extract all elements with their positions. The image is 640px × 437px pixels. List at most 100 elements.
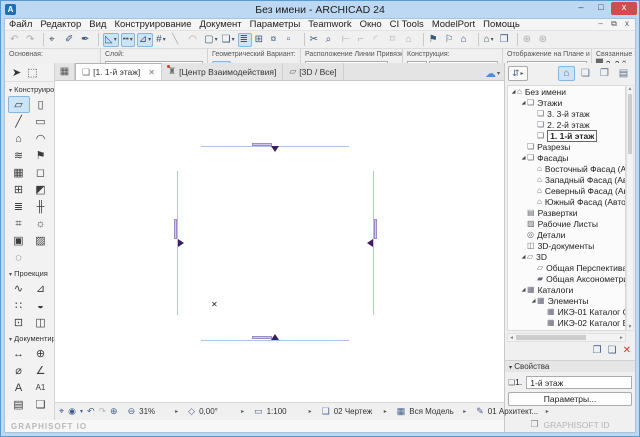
tree-item[interactable]: ◢ ▦ Каталоги [508,284,625,295]
pen-set-icon[interactable]: ✎ [476,406,484,417]
tab-interaction-center[interactable]: ♜ [Центр Взаимодействия] [162,63,284,80]
selection-store-icon[interactable]: ▫ [286,33,300,47]
tab-floor-plan[interactable]: ❏ [1. 1-й этаж] ✕ [75,63,162,80]
minimize-button[interactable]: – [571,2,591,15]
split-icon[interactable]: ✂ [309,33,323,47]
tree-item[interactable]: ◢ ⌂ Без имени [508,86,625,97]
menu-9[interactable]: CI Tools [386,19,428,30]
toolbox-section-2[interactable]: ▾ Проекция [5,266,54,280]
radial-dimension-tool[interactable]: ⌀ [8,362,30,379]
tree-item[interactable]: ▱ Общая Перспектива [508,262,625,273]
addons-icon[interactable]: ⊛ [538,33,552,47]
shell-tool[interactable]: ◠ [30,130,52,147]
undo-icon[interactable]: ↶ [9,33,23,47]
home-story-icon[interactable]: ⌂ [460,33,474,47]
statusbar-value[interactable]: 0,00° [199,407,239,416]
trim-icon[interactable]: ⊢ [341,33,355,47]
menu-3[interactable]: Вид [85,19,110,30]
menu-10[interactable]: ModelPort [428,19,479,30]
label-tool[interactable]: A1 [30,379,52,396]
statusbar-value[interactable]: 02 Чертеж [334,407,382,416]
mesh-tool[interactable]: ≋ [8,147,30,164]
camera-tool[interactable]: ◫ [30,314,52,331]
dropdown-arrow-icon[interactable]: ▸ [241,408,244,415]
tree-item[interactable]: ⌂Восточный Фасад (Автоматич [508,163,625,174]
tree-item[interactable]: ◎ Детали [508,229,625,240]
tree-horizontal-scrollbar[interactable]: ◄ ► [507,333,626,342]
elevation-line-south[interactable] [201,340,349,341]
equipment-tool[interactable]: ▣ [8,232,30,249]
dropdown-arrow-icon[interactable]: ▸ [546,408,549,415]
tree-item[interactable]: ◢ ❏ Этажи [508,97,625,108]
tree-item[interactable]: ▤ Развертки [508,207,625,218]
tree-vertical-scrollbar[interactable]: ▲ ▼ [626,85,634,331]
tree-item[interactable]: ◢ ❏ Фасады [508,152,625,163]
increase-zoom-icon[interactable]: ⊕ [110,406,118,417]
menu-5[interactable]: Документ [195,19,245,30]
project-map-button[interactable]: ⌂ [558,66,575,81]
dropdown-arrow-icon[interactable]: ▸ [463,408,466,415]
element-snap-icon[interactable]: ⊿ ▾ [136,32,154,47]
door-tool[interactable]: ◻ [30,164,52,181]
layout-book-button[interactable]: ❐ [596,66,613,81]
drawing-tool[interactable]: ❏ [30,396,52,413]
stair-tool[interactable]: ≣ [8,198,30,215]
tree-item[interactable]: ❏ 1. 1-й этаж [508,129,625,142]
delete-icon[interactable]: ✕ [623,345,631,356]
eyedropper-icon[interactable]: ✐ [64,33,78,47]
dropdown-arrow-icon[interactable]: ▸ [309,408,312,415]
statusbar-value[interactable]: 31% [139,407,173,416]
level-dimension-tool[interactable]: ⊕ [30,345,52,362]
tree-item[interactable]: ◢ ▱ 3D [508,251,625,262]
guide-lines-icon[interactable]: ◺ ▾ [103,32,119,47]
user-origin-icon[interactable]: ⌖ [59,406,64,417]
section-tool[interactable]: ∿ [8,280,30,297]
wall-tool[interactable]: ▱ [7,96,30,113]
story-name-field[interactable]: 1-й этаж [526,375,632,389]
orientation-icon[interactable]: ◇ [188,406,195,417]
structure-display-icon[interactable]: ▦ [397,406,406,417]
dropdown-arrow-icon[interactable]: ▸ [175,408,178,415]
view-map-button[interactable]: ❏ [577,66,594,81]
tree-item[interactable]: ⌂Северный Фасад (Автоматиче [508,185,625,196]
tree-item[interactable]: ▨ Рабочие Листы [508,218,625,229]
flag-outline-icon[interactable]: ⚐ [444,33,458,47]
statusbar-value[interactable]: 01 Архитект... [488,407,544,416]
statusbar-value[interactable]: Вся Модель [409,407,461,416]
menu-2[interactable]: Редактор [36,19,85,30]
extras-icon[interactable]: ⊕ [522,33,536,47]
opening-tool[interactable]: ◌ [8,249,30,266]
dimension-tool[interactable]: ↔ [8,345,30,362]
drawing-canvas[interactable]: ✕ [55,81,504,402]
intersect-icon[interactable]: ⌐ [357,33,371,47]
menu-8[interactable]: Окно [356,19,386,30]
previous-zoom-icon[interactable]: ↶ [87,406,95,417]
object-tool[interactable]: ⌗ [8,215,30,232]
snap-guides-icon[interactable]: ╍ ▾ [120,32,135,47]
3d-document-tool[interactable]: ◒ [30,297,52,314]
next-zoom-icon[interactable]: ↷ [99,406,107,417]
lamp-tool[interactable]: ☼ [30,215,52,232]
angle-dimension-tool[interactable]: ∠ [30,362,52,379]
arrow-tool[interactable]: ➤ [12,66,21,79]
statusbar-value[interactable]: 1:100 [267,407,307,416]
document-window-controls[interactable]: – ⧉ x [598,19,632,29]
menu-7[interactable]: Teamwork [304,19,355,30]
column-tool[interactable]: ▯ [30,96,52,113]
slab-tool[interactable]: ▭ [30,113,52,130]
scale-icon[interactable]: ▭ [254,406,263,417]
stretch-icon[interactable]: ⌂ [405,33,419,47]
flag-icon[interactable]: ⚑ [428,33,442,47]
zoom-level-icon[interactable]: ⊖ [128,406,136,417]
fill-tool[interactable]: ▤ [8,396,30,413]
marquee-tool[interactable]: ⬚ [27,66,37,79]
tree-item[interactable]: ◢ ▦ Элементы [508,295,625,306]
graphisoft-id-label[interactable]: GRAPHISOFT ID [544,420,610,430]
tree-item[interactable]: ❏ 3. 3-й этаж [508,108,625,119]
roof-tool[interactable]: ⌂ [8,130,30,147]
zone-tool[interactable]: ▨ [30,232,52,249]
resize-icon[interactable]: ⌑ [389,33,403,47]
beam-tool[interactable]: ╱ [8,113,30,130]
tree-item[interactable]: ❏ Разрезы [508,141,625,152]
layer-combination-icon[interactable]: ❏ [322,406,330,417]
